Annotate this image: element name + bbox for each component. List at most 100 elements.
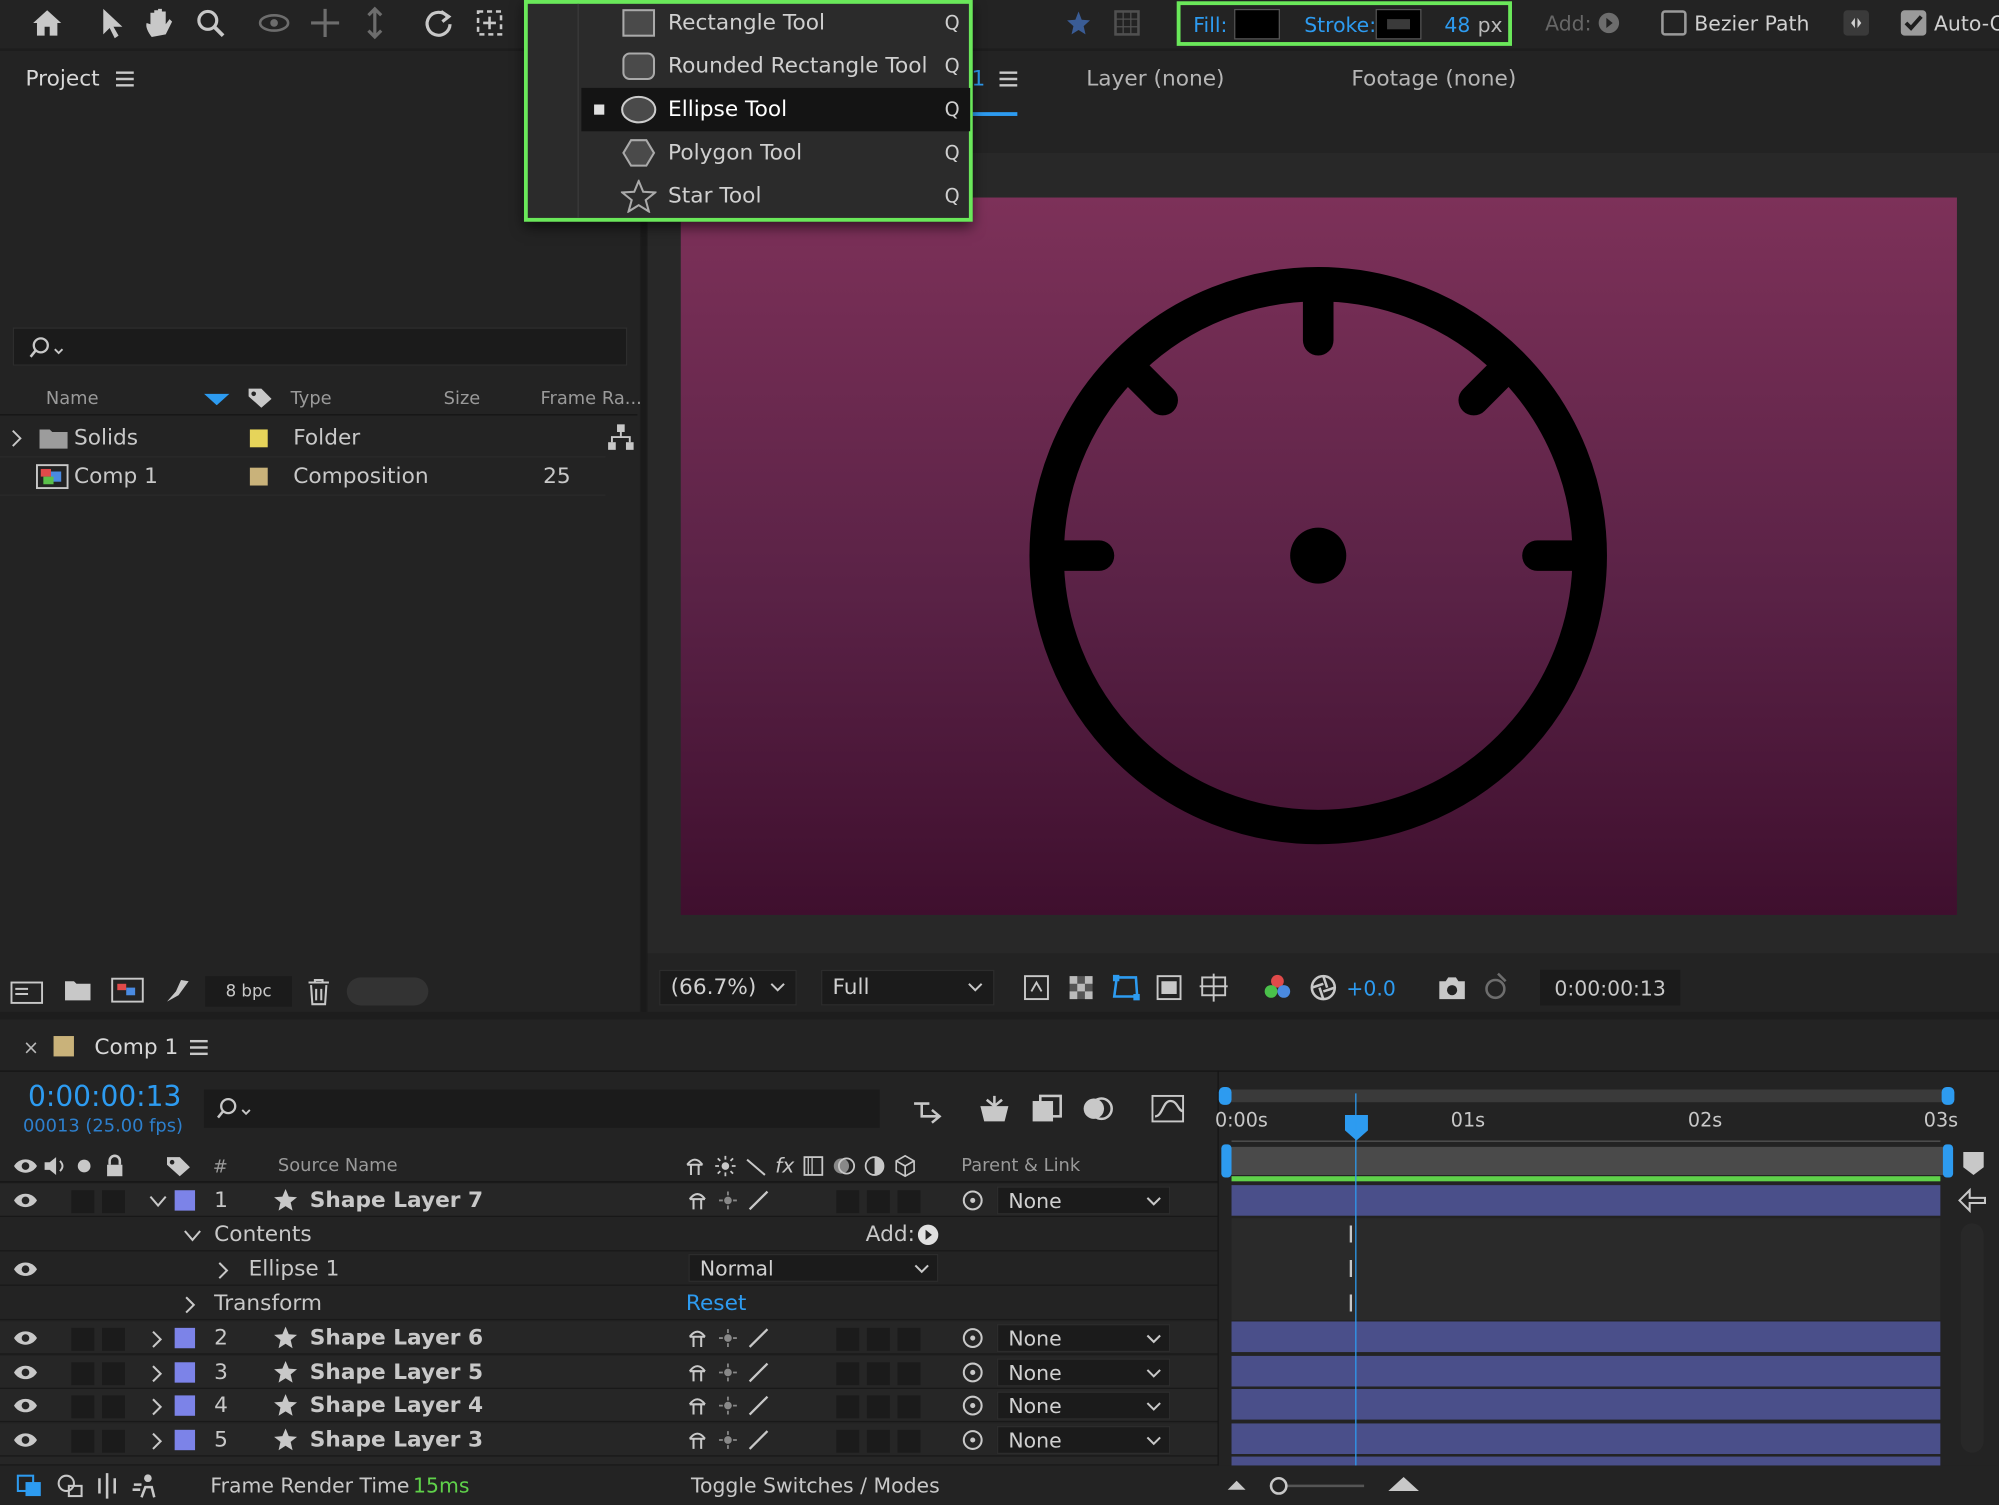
viewer-menu-icon[interactable] bbox=[999, 71, 1018, 87]
reset-link[interactable]: Reset bbox=[686, 1291, 747, 1316]
rectangle-tool-item[interactable]: Rectangle Tool Q bbox=[581, 1, 970, 44]
layer-row[interactable]: 1 Shape Layer 7 None bbox=[0, 1183, 1218, 1217]
resolution-dropdown[interactable]: Full bbox=[821, 969, 995, 1006]
audio-speaker-icon[interactable] bbox=[43, 1156, 68, 1176]
vertical-scrollbar[interactable] bbox=[1960, 1223, 1984, 1453]
blend-mode-dropdown[interactable]: Normal bbox=[688, 1253, 939, 1282]
pick-whip-icon[interactable] bbox=[959, 1360, 987, 1385]
parent-dropdown[interactable]: None bbox=[996, 1425, 1171, 1455]
graph-editor-icon[interactable] bbox=[1150, 1093, 1186, 1124]
ellipse-group-row[interactable]: Ellipse 1 Normal bbox=[0, 1253, 1218, 1286]
parent-link-header[interactable]: Parent & Link bbox=[961, 1156, 1080, 1176]
stroke-label[interactable]: Stroke: bbox=[1304, 13, 1376, 37]
region-of-interest-icon[interactable] bbox=[1155, 974, 1183, 1002]
switch-box[interactable] bbox=[866, 1362, 890, 1386]
switch-box[interactable] bbox=[866, 1327, 890, 1351]
timeline-search-input[interactable] bbox=[203, 1089, 880, 1128]
expand-arrow-icon[interactable] bbox=[217, 1262, 230, 1280]
solo-switch[interactable] bbox=[71, 1327, 95, 1351]
comp-tab-suffix[interactable]: 1 bbox=[971, 66, 985, 91]
layer-name[interactable]: Shape Layer 3 bbox=[310, 1427, 483, 1452]
shy-switch-icon[interactable] bbox=[686, 1429, 709, 1452]
toggle-switches-modes-button[interactable]: Toggle Switches / Modes bbox=[691, 1473, 940, 1497]
exposure-value[interactable]: +0.0 bbox=[1346, 976, 1396, 1000]
label-color-swatch[interactable] bbox=[249, 467, 268, 486]
layer-row[interactable]: 5 Shape Layer 3 None bbox=[0, 1423, 1218, 1457]
hand-tool-icon[interactable] bbox=[142, 5, 178, 41]
rotation-tool-icon[interactable] bbox=[421, 5, 457, 41]
frame-blending-icon[interactable] bbox=[1081, 1093, 1114, 1124]
solo-icon[interactable] bbox=[77, 1159, 91, 1173]
pick-whip-icon[interactable] bbox=[959, 1393, 987, 1418]
composition-canvas[interactable] bbox=[680, 197, 1957, 915]
color-depth-button[interactable]: 8 bpc bbox=[205, 976, 292, 1007]
solo-switch[interactable] bbox=[71, 1395, 95, 1419]
frame-rate-column-header[interactable]: Frame Ra... bbox=[541, 389, 642, 409]
quality-switch-icon[interactable] bbox=[747, 1394, 770, 1417]
collapse-arrow-icon[interactable] bbox=[149, 1195, 167, 1208]
lock-switch[interactable] bbox=[101, 1395, 125, 1419]
layer-row[interactable]: 4 Shape Layer 4 None bbox=[0, 1389, 1218, 1423]
switch-box[interactable] bbox=[897, 1362, 921, 1386]
layer-duration-bar[interactable] bbox=[1231, 1321, 1941, 1353]
layer-duration-bar[interactable] bbox=[1231, 1423, 1941, 1455]
trash-icon[interactable] bbox=[306, 977, 331, 1006]
selection-tool-icon[interactable] bbox=[93, 5, 129, 41]
transparency-grid-icon[interactable] bbox=[1067, 974, 1095, 1002]
channels-icon[interactable] bbox=[1262, 972, 1293, 1003]
polygon-tool-item[interactable]: Polygon Tool Q bbox=[581, 131, 970, 174]
parent-dropdown[interactable]: None bbox=[996, 1391, 1171, 1420]
visibility-eye-icon[interactable] bbox=[13, 1364, 38, 1382]
composition-flowchart-icon[interactable] bbox=[912, 1096, 948, 1124]
layer-row[interactable]: 3 Shape Layer 5 None bbox=[0, 1355, 1218, 1390]
orbit-camera-icon[interactable] bbox=[256, 5, 292, 41]
layer-row-partial[interactable] bbox=[0, 1456, 1218, 1466]
lock-switch[interactable] bbox=[101, 1327, 125, 1351]
type-column-header[interactable]: Type bbox=[291, 389, 332, 409]
comp-marker-bin-icon[interactable] bbox=[1961, 1149, 1986, 1177]
navigator-end-handle[interactable] bbox=[1941, 1087, 1955, 1105]
transfer-controls-icon[interactable] bbox=[56, 1473, 84, 1498]
layer-duration-bar[interactable] bbox=[1231, 1456, 1941, 1466]
collapse-switch-icon[interactable] bbox=[716, 1189, 739, 1212]
layer-name[interactable]: Shape Layer 4 bbox=[310, 1393, 483, 1418]
name-column-header[interactable]: Name bbox=[46, 389, 99, 409]
solo-switch[interactable] bbox=[71, 1429, 95, 1453]
stroke-color-swatch[interactable] bbox=[1375, 8, 1422, 40]
show-snapshot-icon[interactable] bbox=[1480, 971, 1511, 1002]
in-out-stretch-icon[interactable] bbox=[94, 1472, 119, 1500]
viewer-timecode[interactable]: 0:00:00:13 bbox=[1540, 969, 1681, 1006]
new-composition-icon[interactable] bbox=[111, 977, 144, 1003]
anchor-point-tool-icon[interactable] bbox=[472, 5, 508, 41]
layer-row[interactable]: 2 Shape Layer 6 None bbox=[0, 1321, 1218, 1355]
video-eye-icon[interactable] bbox=[13, 1157, 38, 1175]
layer-label-color[interactable] bbox=[174, 1362, 196, 1383]
switch-box[interactable] bbox=[836, 1327, 860, 1351]
current-time-indicator[interactable] bbox=[1355, 1093, 1357, 1466]
panel-menu-icon[interactable] bbox=[116, 71, 134, 87]
new-folder-icon[interactable] bbox=[64, 979, 92, 1002]
stroke-width-value[interactable]: 48 bbox=[1444, 13, 1470, 37]
layer-label-color[interactable] bbox=[174, 1395, 196, 1416]
layer-switches-icon[interactable] bbox=[15, 1473, 43, 1498]
quality-switch-icon[interactable] bbox=[747, 1327, 770, 1350]
transform-row[interactable]: Transform Reset bbox=[0, 1287, 1218, 1321]
expand-arrow-icon[interactable] bbox=[150, 1432, 163, 1450]
thumbnail-slider[interactable] bbox=[346, 977, 429, 1006]
layer-name[interactable]: Shape Layer 6 bbox=[310, 1325, 483, 1350]
zoom-tool-icon[interactable] bbox=[193, 5, 229, 41]
layer-duration-bar[interactable] bbox=[1231, 1355, 1941, 1387]
switch-box[interactable] bbox=[866, 1395, 890, 1419]
grid-icon[interactable] bbox=[1109, 5, 1145, 41]
expand-arrow-icon[interactable] bbox=[150, 1330, 163, 1348]
contents-row[interactable]: Contents Add: bbox=[0, 1218, 1218, 1252]
switch-box[interactable] bbox=[866, 1429, 890, 1453]
visibility-eye-icon[interactable] bbox=[13, 1397, 38, 1415]
flowchart-icon[interactable] bbox=[607, 423, 635, 451]
dolly-camera-icon[interactable] bbox=[357, 5, 393, 41]
work-area-end[interactable] bbox=[1942, 1144, 1954, 1178]
layer-duration-bar[interactable] bbox=[1231, 1389, 1941, 1420]
quality-switch-icon[interactable] bbox=[747, 1189, 770, 1212]
zoom-out-icon[interactable] bbox=[1226, 1478, 1246, 1491]
switch-box[interactable] bbox=[866, 1190, 890, 1214]
